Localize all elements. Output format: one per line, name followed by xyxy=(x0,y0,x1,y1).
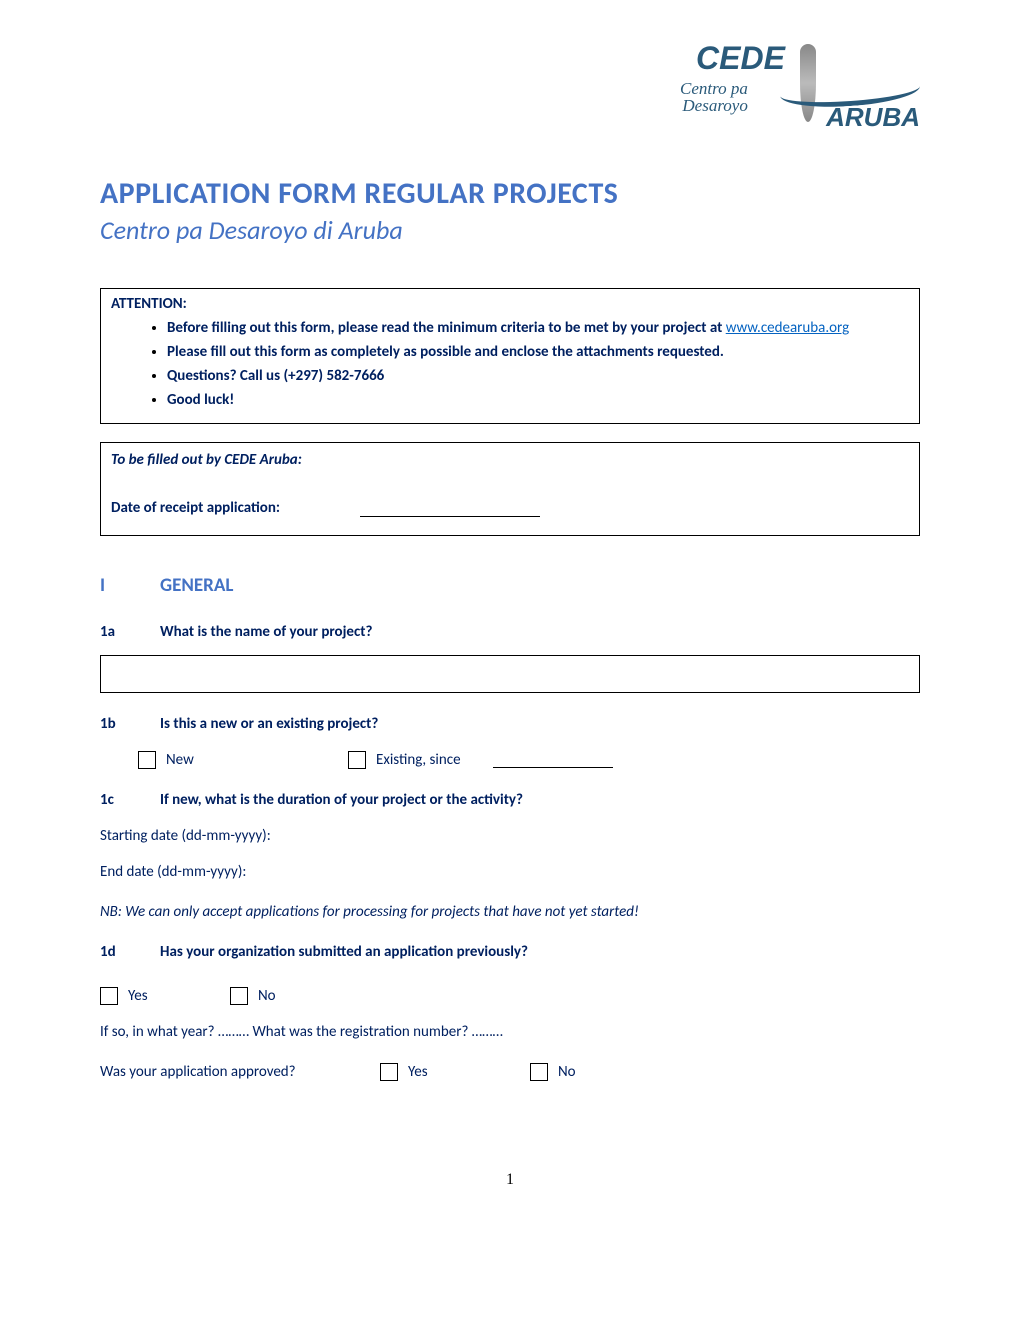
option-label: New xyxy=(166,751,194,769)
section-header: I GENERAL xyxy=(100,574,920,597)
existing-since-field[interactable] xyxy=(493,753,613,768)
option-label: No xyxy=(258,987,276,1005)
logo: CEDE Centro paDesaroyo ARUBA xyxy=(680,40,920,140)
date-receipt-label: Date of receipt application: xyxy=(111,499,280,517)
question-1d: 1d Has your organization submitted an ap… xyxy=(100,943,920,961)
attention-item: Before filling out this form, please rea… xyxy=(167,319,909,337)
followup-1d: If so, in what year? ……… What was the re… xyxy=(100,1023,920,1041)
question-number: 1c xyxy=(100,791,160,809)
page-number: 1 xyxy=(100,1171,920,1189)
end-date-label: End date (dd-mm-yyyy): xyxy=(100,863,920,881)
date-receipt-field[interactable] xyxy=(360,502,540,517)
question-text: Is this a new or an existing project? xyxy=(160,715,378,733)
project-name-input[interactable] xyxy=(100,655,920,693)
checkbox-prev-yes[interactable] xyxy=(100,987,118,1005)
checkbox-prev-no[interactable] xyxy=(230,987,248,1005)
logo-text-cede: CEDE xyxy=(696,40,785,77)
note-1c: NB: We can only accept applications for … xyxy=(100,903,920,921)
question-text: If new, what is the duration of your pro… xyxy=(160,791,523,809)
logo-area: CEDE Centro paDesaroyo ARUBA xyxy=(100,40,920,145)
question-number: 1d xyxy=(100,943,160,961)
question-1b: 1b Is this a new or an existing project? xyxy=(100,715,920,733)
attention-item: Questions? Call us (+297) 582-7666 xyxy=(167,367,909,385)
checkbox-approved-no[interactable] xyxy=(530,1063,548,1081)
option-row-1b: New Existing, since xyxy=(100,751,920,769)
checkbox-existing[interactable] xyxy=(348,751,366,769)
option-label: Existing, since xyxy=(376,751,461,769)
question-text: Has your organization submitted an appli… xyxy=(160,943,528,961)
approved-question: Was your application approved? xyxy=(100,1063,380,1081)
website-link[interactable]: www.cedearuba.org xyxy=(726,319,849,337)
logo-text-centro: Centro paDesaroyo xyxy=(680,80,748,114)
section-title: GENERAL xyxy=(160,574,233,597)
question-text: What is the name of your project? xyxy=(160,623,372,641)
attention-item: Please fill out this form as completely … xyxy=(167,343,909,361)
attention-item: Good luck! xyxy=(167,391,909,409)
option-label: Yes xyxy=(128,987,148,1005)
internal-header: To be filled out by CEDE Aruba: xyxy=(111,451,909,469)
question-1a: 1a What is the name of your project? xyxy=(100,623,920,641)
question-number: 1a xyxy=(100,623,160,641)
attention-box: ATTENTION: Before filling out this form,… xyxy=(100,288,920,424)
page-subtitle: Centro pa Desaroyo di Aruba xyxy=(100,214,920,246)
option-label: Yes xyxy=(408,1063,428,1081)
internal-use-box: To be filled out by CEDE Aruba: Date of … xyxy=(100,442,920,536)
attention-label: ATTENTION: xyxy=(111,295,909,313)
starting-date-label: Starting date (dd-mm-yyyy): xyxy=(100,827,920,845)
page-title: APPLICATION FORM REGULAR PROJECTS xyxy=(100,175,920,212)
checkbox-approved-yes[interactable] xyxy=(380,1063,398,1081)
section-number: I xyxy=(100,574,160,597)
question-1c: 1c If new, what is the duration of your … xyxy=(100,791,920,809)
question-number: 1b xyxy=(100,715,160,733)
option-label: No xyxy=(558,1063,576,1081)
logo-text-aruba: ARUBA xyxy=(826,102,920,133)
checkbox-new[interactable] xyxy=(138,751,156,769)
